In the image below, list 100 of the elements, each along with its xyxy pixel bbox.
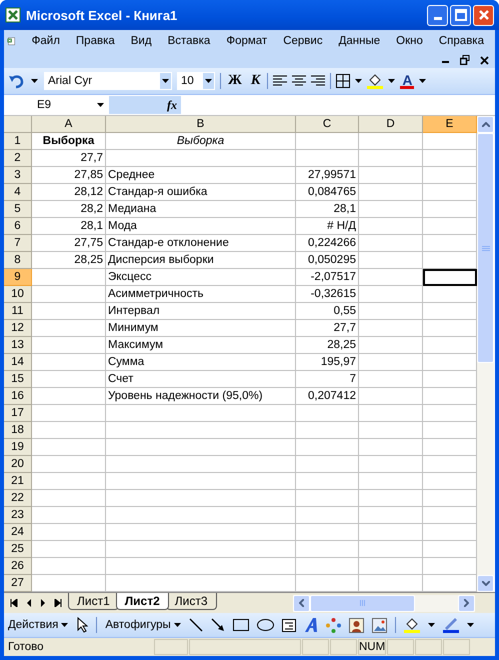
row-header[interactable]: 27 — [4, 575, 32, 592]
caret-icon[interactable] — [31, 79, 38, 83]
menu-item[interactable]: Формат — [218, 35, 276, 47]
arrow-icon[interactable] — [210, 618, 225, 632]
close-button[interactable] — [473, 4, 494, 26]
align-left-icon[interactable] — [273, 75, 288, 87]
row-header[interactable]: 12 — [4, 320, 32, 337]
maximize-button[interactable] — [450, 4, 471, 26]
vertical-scrollbar[interactable] — [477, 116, 494, 592]
table-cell — [359, 354, 423, 371]
last-sheet-icon[interactable] — [54, 599, 62, 607]
line-icon[interactable] — [188, 618, 203, 632]
row-header[interactable]: 10 — [4, 286, 32, 303]
function-button[interactable]: fx — [109, 96, 181, 114]
previous-sheet-icon[interactable] — [26, 599, 32, 607]
row-header[interactable]: 17 — [4, 405, 32, 422]
diagram-icon[interactable] — [326, 618, 341, 632]
restore-icon[interactable] — [460, 55, 470, 65]
table-cell: Медиана — [106, 201, 296, 218]
align-right-icon[interactable] — [311, 75, 326, 87]
close-icon[interactable] — [480, 56, 489, 64]
caret-icon[interactable] — [428, 623, 435, 627]
sheet-tab[interactable]: Лист3 — [166, 593, 217, 610]
minimize-button[interactable] — [427, 4, 448, 26]
row-header[interactable]: 15 — [4, 371, 32, 388]
caret-icon[interactable] — [388, 79, 396, 83]
text-box-icon[interactable] — [282, 618, 296, 632]
row-header[interactable]: 6 — [4, 218, 32, 235]
column-header[interactable]: A — [32, 116, 106, 133]
oval-icon[interactable] — [256, 619, 274, 631]
column-header[interactable]: D — [359, 116, 423, 133]
row-header[interactable]: 2 — [4, 150, 32, 167]
column-header[interactable]: E — [423, 116, 477, 133]
font-color-button[interactable]: A — [400, 74, 414, 88]
row-header[interactable]: 19 — [4, 439, 32, 456]
pointer-icon[interactable] — [76, 617, 88, 633]
status-text: Готово — [8, 641, 45, 653]
scroll-up-button[interactable] — [477, 116, 494, 133]
actions-menu-button[interactable]: Действия — [8, 619, 68, 631]
autoshapes-menu-button[interactable]: Автофигуры — [105, 619, 181, 631]
table-cell — [296, 133, 359, 150]
menu-item[interactable]: Сервис — [275, 35, 331, 47]
row-header[interactable]: 20 — [4, 456, 32, 473]
row-header[interactable]: 16 — [4, 388, 32, 405]
row-header[interactable]: 4 — [4, 184, 32, 201]
column-header[interactable]: B — [106, 116, 296, 133]
bold-button[interactable]: Ж — [226, 73, 244, 89]
menu-item[interactable]: Вид — [122, 35, 160, 47]
wordart-icon[interactable] — [304, 617, 318, 633]
fill-color-icon[interactable] — [367, 73, 384, 89]
row-header[interactable]: 23 — [4, 507, 32, 524]
row-header[interactable]: 21 — [4, 473, 32, 490]
row-header[interactable]: 7 — [4, 235, 32, 252]
table-cell — [359, 269, 423, 286]
menu-item[interactable]: Данные — [330, 35, 388, 47]
caret-icon[interactable] — [355, 79, 362, 83]
row-header[interactable]: 22 — [4, 490, 32, 507]
italic-button[interactable]: К — [248, 73, 262, 89]
sheet-tab[interactable]: Лист1 — [68, 593, 119, 610]
sheet-tab[interactable]: Лист2 — [116, 593, 169, 610]
font-name-field[interactable]: Arial Cyr — [44, 72, 172, 90]
first-sheet-icon[interactable] — [10, 599, 18, 607]
table-cell — [359, 286, 423, 303]
table-cell: Счет — [106, 371, 296, 388]
next-sheet-icon[interactable] — [40, 599, 46, 607]
line-color-icon[interactable] — [442, 617, 459, 633]
borders-icon[interactable] — [336, 74, 350, 88]
scroll-thumb[interactable] — [477, 133, 494, 363]
scroll-right-button[interactable] — [458, 594, 475, 612]
horizontal-scrollbar[interactable] — [293, 594, 475, 612]
menu-item[interactable]: Справка — [430, 35, 492, 47]
clip-art-icon[interactable] — [348, 618, 364, 632]
caret-icon[interactable] — [466, 623, 474, 627]
rectangle-icon[interactable] — [232, 619, 249, 631]
fill-color-icon[interactable] — [404, 617, 420, 633]
align-center-icon[interactable] — [292, 75, 306, 87]
row-header[interactable]: 5 — [4, 201, 32, 218]
image-icon[interactable] — [372, 618, 387, 632]
scroll-left-button[interactable] — [293, 594, 310, 612]
font-size-field[interactable]: 10 — [177, 72, 215, 90]
menu-item[interactable]: Вставка — [160, 35, 218, 47]
row-header[interactable]: 13 — [4, 337, 32, 354]
row-header[interactable]: 11 — [4, 303, 32, 320]
column-header[interactable]: C — [296, 116, 359, 133]
row-header[interactable]: 18 — [4, 422, 32, 439]
row-header[interactable]: 14 — [4, 354, 32, 371]
row-header[interactable]: 3 — [4, 167, 32, 184]
scroll-down-button[interactable] — [477, 575, 494, 592]
row-header[interactable]: 1 — [4, 133, 32, 150]
row-header[interactable]: 25 — [4, 541, 32, 558]
menu-item[interactable]: Окно — [388, 35, 431, 47]
scroll-thumb[interactable] — [310, 594, 415, 612]
caret-icon[interactable] — [419, 79, 426, 83]
menu-item[interactable]: Правка — [68, 35, 123, 47]
row-header[interactable]: 24 — [4, 524, 32, 541]
undo-icon[interactable] — [8, 73, 26, 89]
row-header[interactable]: 8 — [4, 252, 32, 269]
menu-item[interactable]: Файл — [24, 35, 68, 47]
row-header[interactable]: 9 — [4, 269, 32, 286]
row-header[interactable]: 26 — [4, 558, 32, 575]
